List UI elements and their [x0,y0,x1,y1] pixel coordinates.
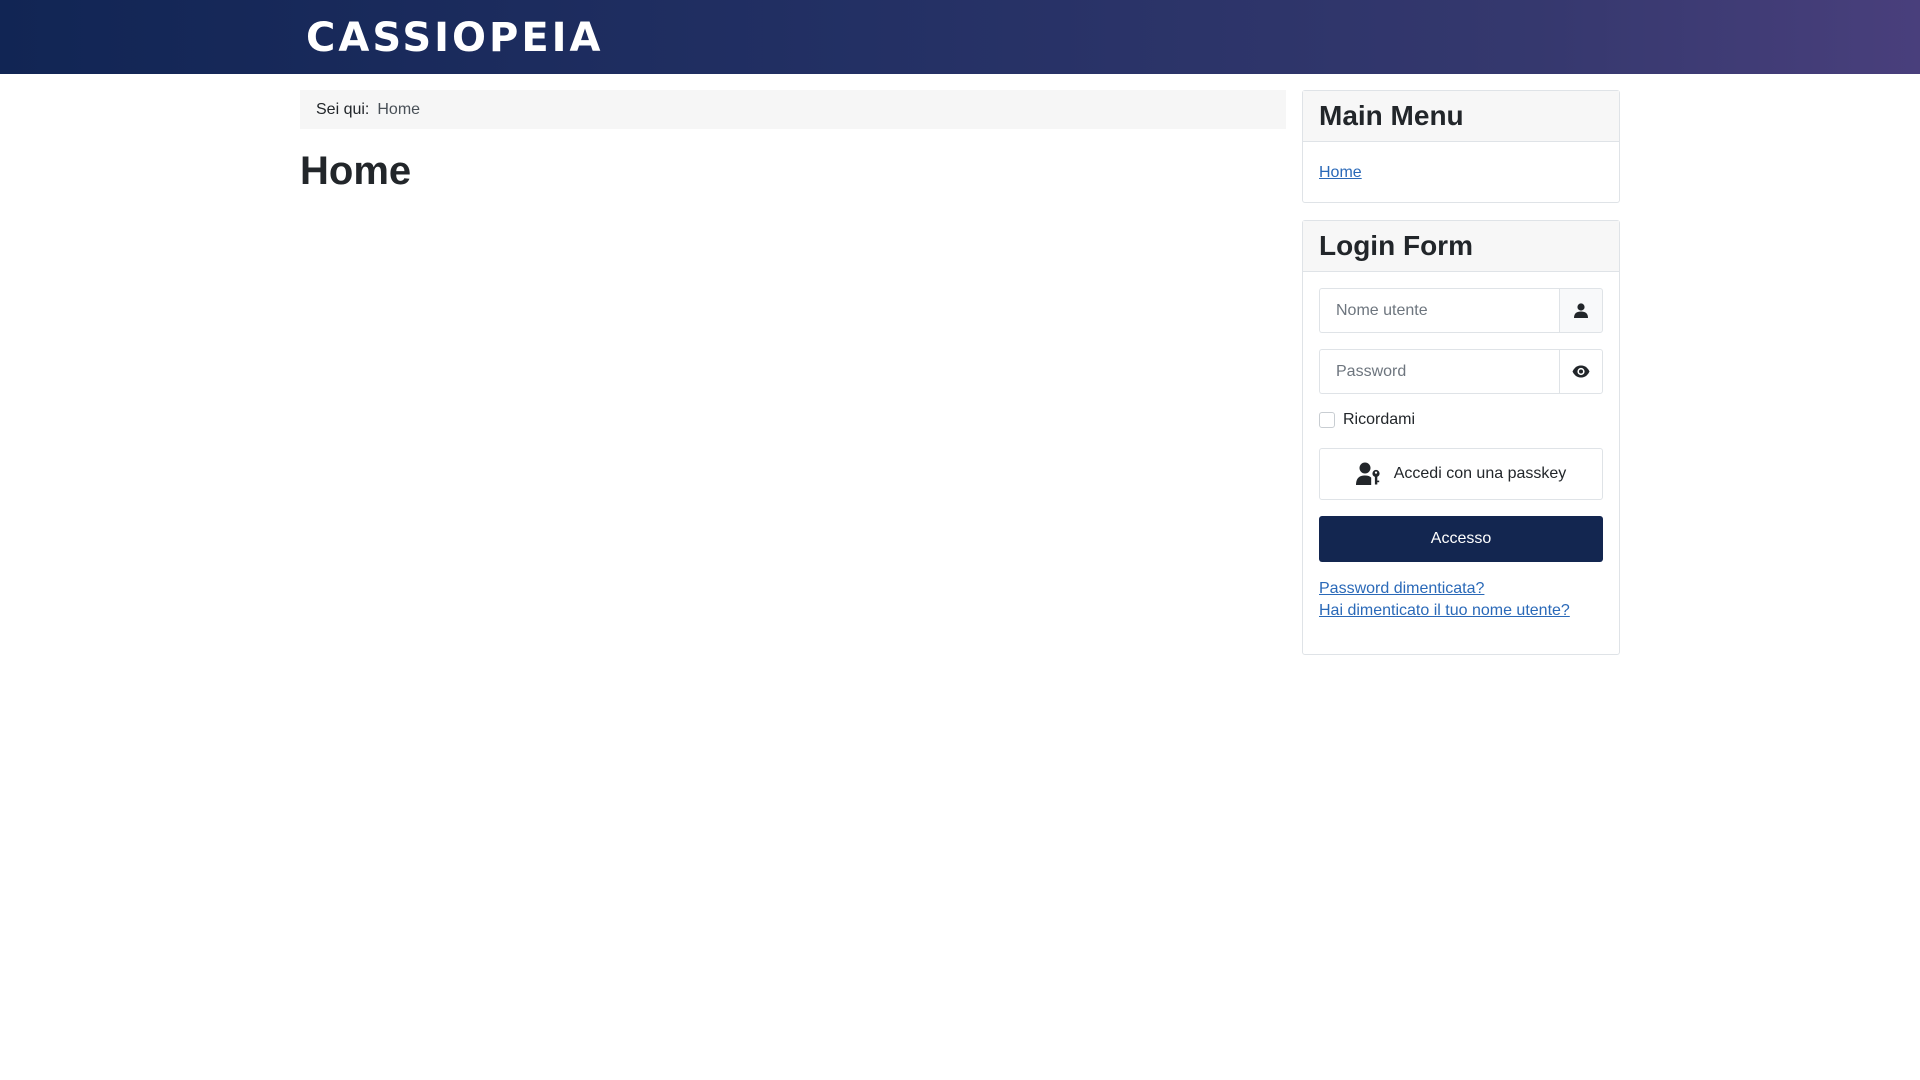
site-header: CASSIOPEIA [0,0,1920,74]
forgot-username-link[interactable]: Hai dimenticato il tuo nome utente? [1319,602,1603,620]
remember-me-row[interactable]: Ricordami [1319,406,1603,434]
user-icon [1559,288,1603,333]
main-menu-body: Home [1303,142,1619,202]
passkey-login-button[interactable]: Accedi con una passkey [1319,448,1603,500]
password-input[interactable] [1319,349,1559,394]
breadcrumb-lead: Sei qui: [316,100,370,118]
login-help-links: Password dimenticata? Hai dimenticato il… [1319,580,1603,638]
main-menu-module: Main Menu Home [1302,90,1620,203]
eye-icon [1572,365,1590,378]
main-menu-item-home[interactable]: Home [1319,164,1362,181]
username-input[interactable] [1319,288,1559,333]
login-submit-button[interactable]: Accesso [1319,516,1603,562]
user-key-icon [1355,462,1382,486]
sidebar: Main Menu Home Login Form Nome utente Ri… [1302,90,1620,672]
breadcrumb: Sei qui: Home [300,90,1286,129]
main-content: Sei qui: Home Home [300,90,1286,195]
password-group [1319,349,1603,394]
forgot-password-link[interactable]: Password dimenticata? [1319,580,1603,598]
page-title: Home [300,149,412,193]
show-password-toggle[interactable] [1559,349,1603,394]
passkey-button-label: Accedi con una passkey [1393,465,1567,482]
login-form-title: Login Form [1303,221,1619,272]
main-menu-title: Main Menu [1303,91,1619,142]
remember-me-checkbox[interactable] [1319,412,1335,428]
login-form-module: Login Form Nome utente Ricordami Accedi … [1302,220,1620,655]
login-form-body: Ricordami Accedi con una passkey [1303,272,1619,654]
remember-me-label: Ricordami [1343,411,1416,428]
site-logo-link[interactable]: CASSIOPEIA [306,16,604,60]
username-group [1319,288,1603,333]
breadcrumb-item-home: Home [377,100,421,118]
